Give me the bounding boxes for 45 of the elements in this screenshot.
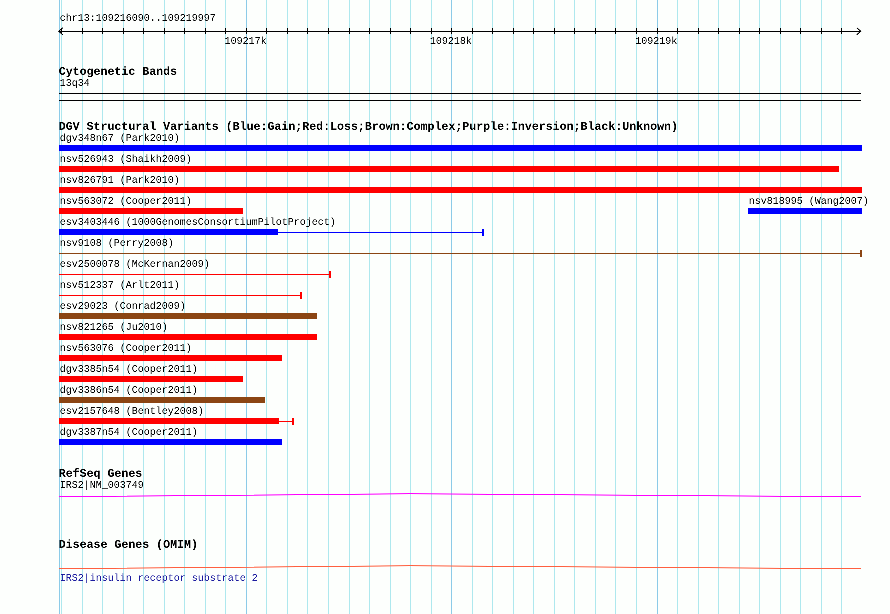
variant-bar[interactable] [59, 187, 862, 194]
variant-bar[interactable] [59, 271, 331, 278]
disease-gene-model[interactable] [58, 566, 862, 570]
variant-label: nsv563076 (Cooper2011) [60, 344, 192, 356]
variant-label: nsv821265 (Ju2010) [60, 323, 168, 335]
variant-bar[interactable] [59, 166, 839, 173]
feature-label: 13q34 [60, 79, 90, 91]
variant-bar[interactable] [59, 208, 243, 215]
feature-label: IRS2|NM_003749 [60, 481, 144, 493]
variant-label: nsv512337 (Arlt2011) [60, 281, 180, 293]
variant-bar[interactable] [59, 250, 862, 257]
gene-model[interactable] [58, 494, 862, 498]
location-text: chr13:109216090..109219997 [60, 14, 216, 26]
track-title: DGV Structural Variants (Blue:Gain;Red:Loss;Brown:Complex;Purple:Inversion;Black:Unknown) [59, 122, 678, 134]
tick-label: 109217k [224, 37, 267, 46]
variant-label: dgv3386n54 (Cooper2011) [60, 386, 198, 398]
variant-bar[interactable] [59, 418, 294, 425]
track-title: Disease Genes (OMIM) [59, 540, 198, 552]
variant-bar[interactable] [59, 439, 282, 446]
variant-label: esv2500078 (McKernan2009) [60, 260, 210, 272]
variant-bar[interactable] [59, 376, 243, 383]
variant-bar[interactable] [59, 313, 317, 320]
variant-label: esv3403446 (1000GenomesConsortiumPilotProject) [60, 218, 336, 230]
variant-bar[interactable] [59, 397, 265, 404]
variant-bar[interactable] [59, 334, 317, 341]
variant-label: nsv826791 (Park2010) [60, 176, 180, 188]
variant-label: nsv563072 (Cooper2011) [60, 197, 192, 209]
variant-label: esv2157648 (Bentley2008) [60, 407, 204, 419]
variant-label: dgv3387n54 (Cooper2011) [60, 428, 198, 440]
variant-label: dgv348n67 (Park2010) [60, 134, 180, 146]
tick-label: 109218k [430, 37, 472, 46]
variant-label: esv29023 (Conrad2009) [60, 302, 186, 314]
variant-label: nsv526943 (Shaikh2009) [60, 155, 192, 167]
variant-bar[interactable] [59, 229, 484, 236]
track-title: Cytogenetic Bands [59, 67, 178, 79]
feature-label: IRS2|insulin receptor substrate 2 [60, 574, 258, 586]
variant-label: nsv9108 (Perry2008) [60, 239, 174, 251]
variant-label: nsv818995 (Wang2007) [749, 197, 870, 209]
variant-label: dgv3385n54 (Cooper2011) [60, 365, 198, 377]
variant-bar[interactable] [748, 208, 862, 215]
variant-bar[interactable] [59, 145, 862, 152]
tick-label: 109219k [636, 37, 678, 46]
variant-bar[interactable] [59, 355, 282, 362]
track-title: RefSeq Genes [59, 469, 142, 481]
variant-bar[interactable] [59, 292, 302, 299]
